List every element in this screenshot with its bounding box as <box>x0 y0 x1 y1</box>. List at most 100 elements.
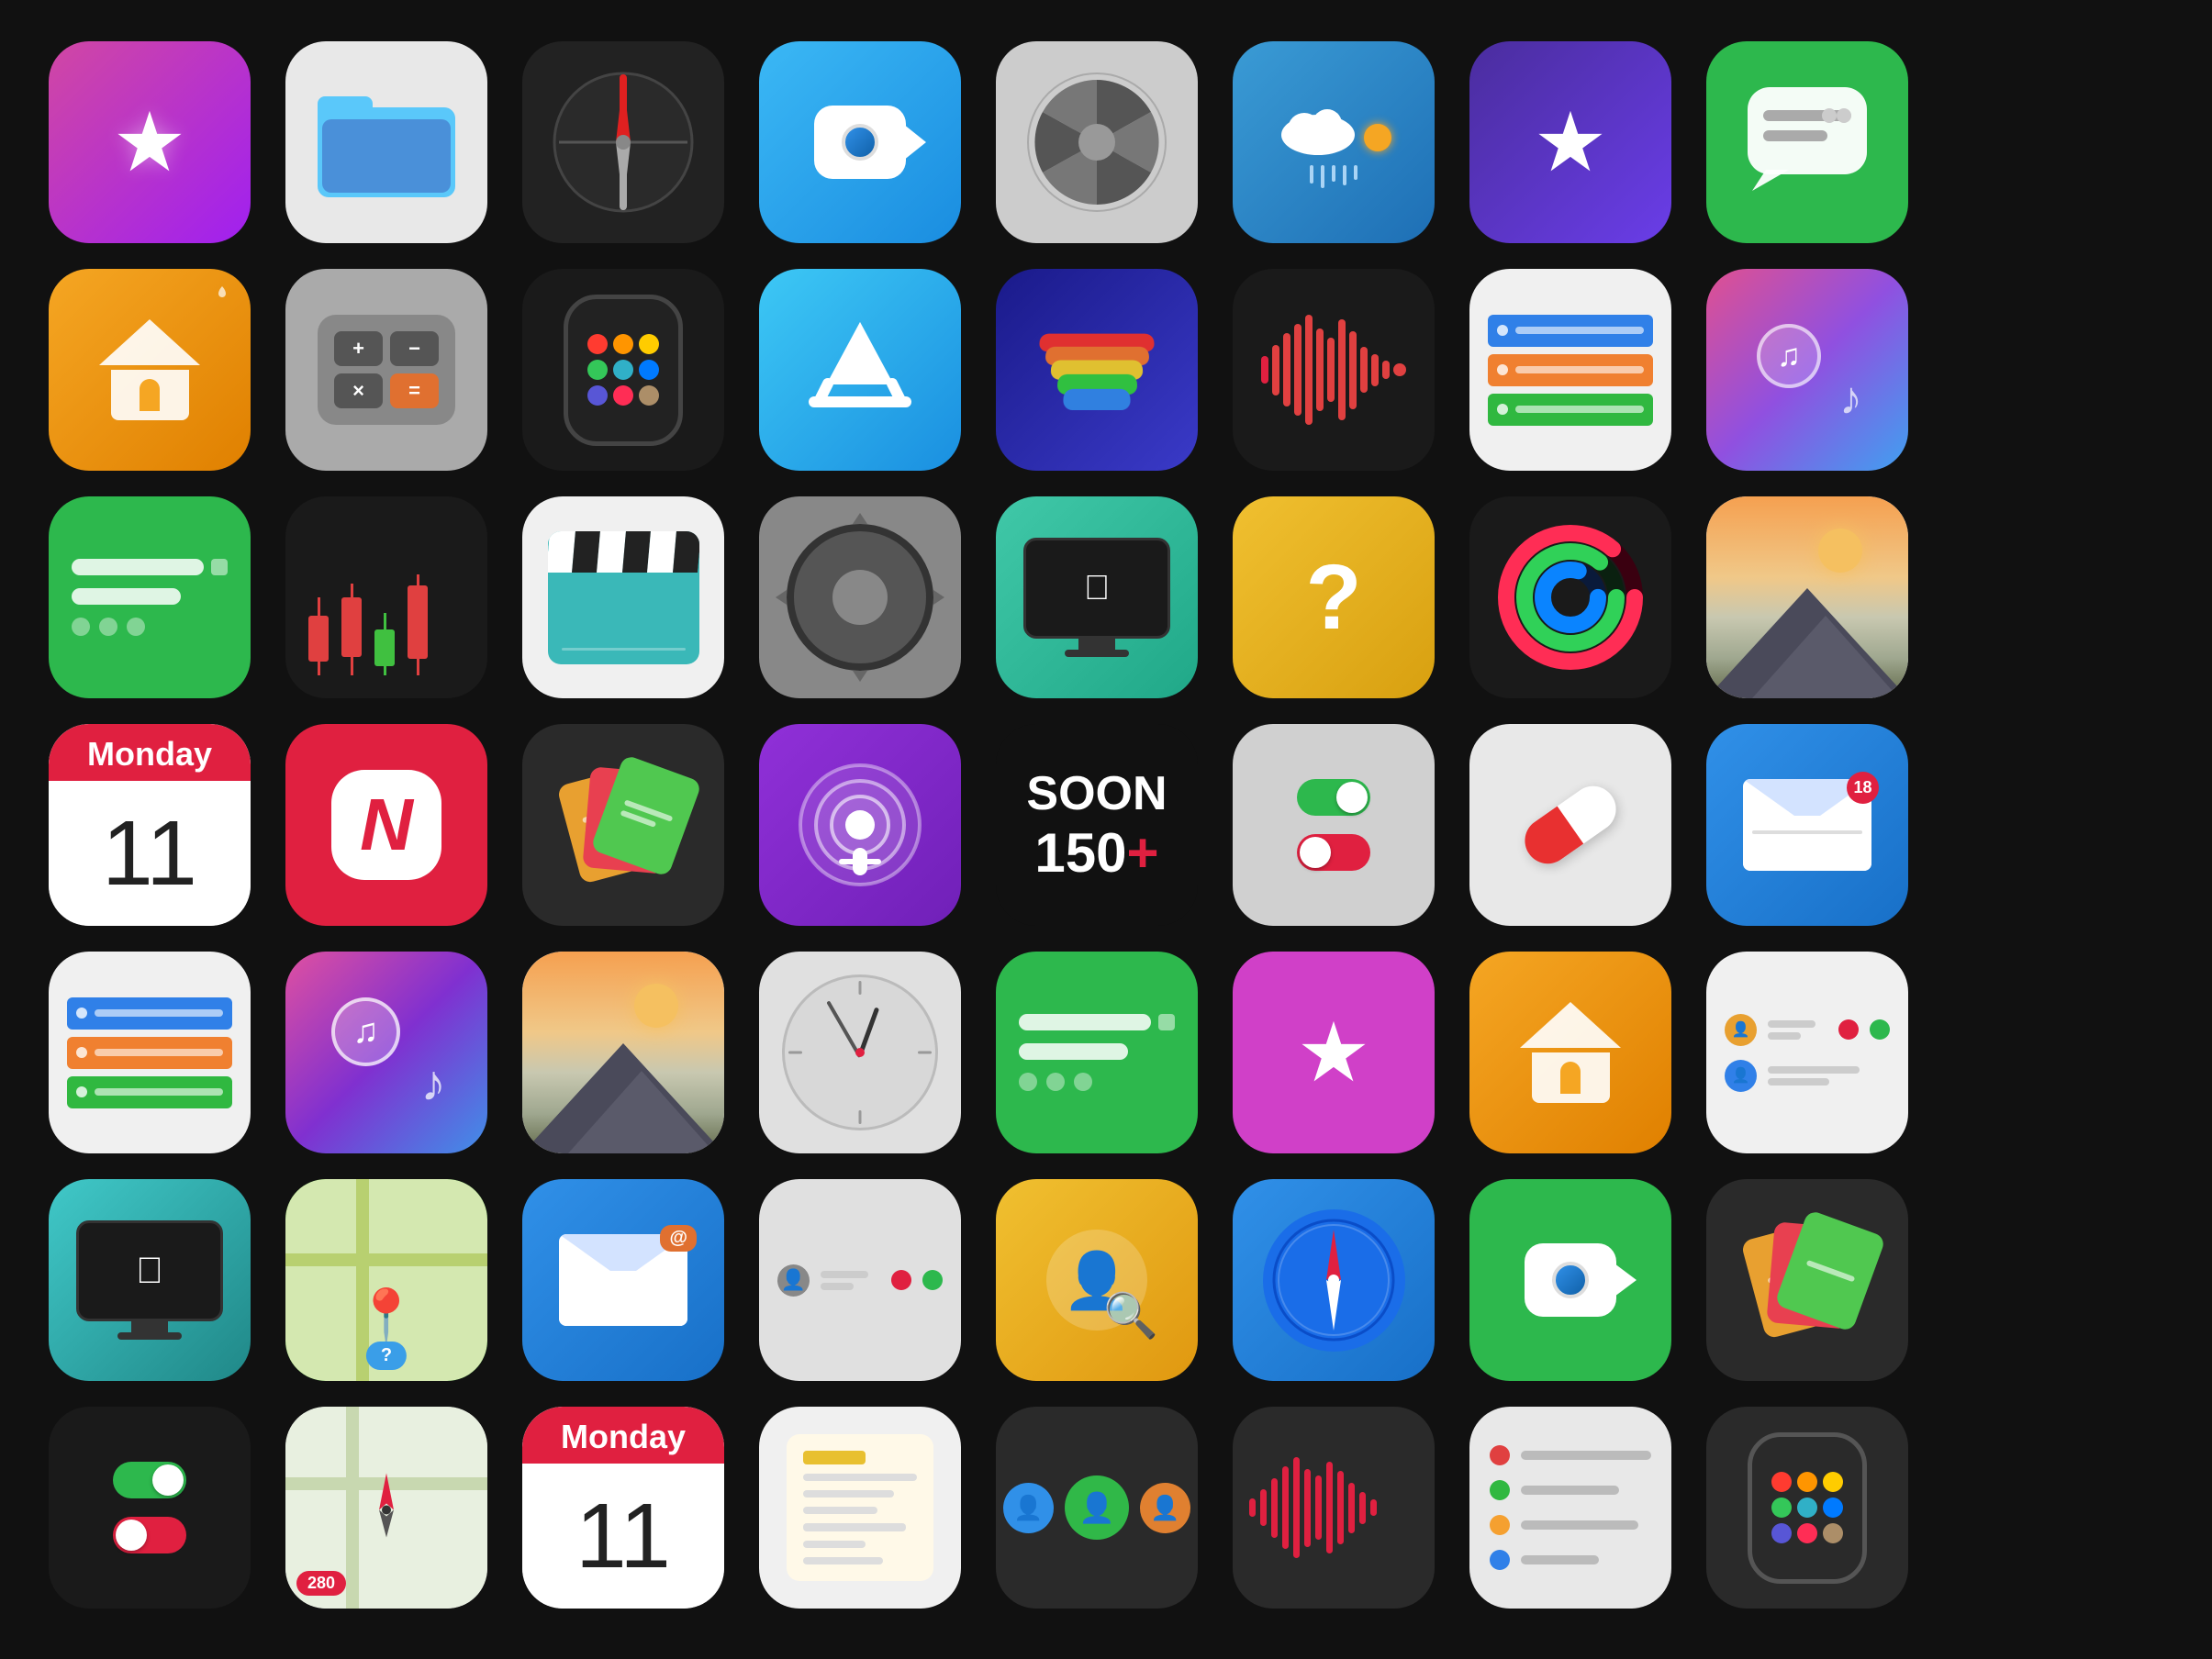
star-icon-2: ★ <box>1297 1005 1371 1101</box>
icon-calculator[interactable]: + − × = <box>285 269 487 471</box>
toggle-row-2 <box>1297 834 1370 871</box>
clock-center-dot <box>855 1048 865 1057</box>
icon-screentime[interactable]:  <box>49 1179 251 1381</box>
icon-safari[interactable] <box>1233 1179 1435 1381</box>
badge-count: 18 <box>1847 772 1879 804</box>
icon-capo2[interactable]: ♫ ♪ <box>285 952 487 1153</box>
camera-lens <box>842 124 878 161</box>
icon-claquette[interactable] <box>522 496 724 698</box>
icon-mail-blue[interactable]: 18 <box>1706 724 1908 926</box>
music-notes-2: ♫ ♪ <box>322 988 451 1117</box>
camera-body <box>814 106 906 179</box>
icon-reminders[interactable] <box>1469 1407 1671 1609</box>
message-bubble-icon <box>1743 83 1871 202</box>
compass-needle <box>1269 1216 1398 1344</box>
icon-dbserver2[interactable] <box>49 952 251 1153</box>
icon-stocks[interactable] <box>285 496 487 698</box>
icon-screenconnect2[interactable] <box>996 952 1198 1153</box>
icon-watch[interactable] <box>522 269 724 471</box>
watch-body <box>564 295 683 446</box>
compass-icon <box>550 69 697 216</box>
calendar2-month: Monday <box>522 1407 724 1464</box>
icon-maps2[interactable]: 280 <box>285 1407 487 1609</box>
icon-layers[interactable] <box>996 269 1198 471</box>
camera-triangle <box>903 124 926 161</box>
help-content: ? <box>1305 545 1361 651</box>
screen-time-display:  <box>76 1220 223 1340</box>
soon-number-value: 150 <box>1034 822 1126 884</box>
camera-triangle-2 <box>1614 1264 1637 1297</box>
icon-facetime2[interactable] <box>1469 1179 1671 1381</box>
icon-contacts[interactable]: 👤 👤 <box>1706 952 1908 1153</box>
icon-toggles-dark[interactable] <box>49 1407 251 1609</box>
icon-pill[interactable] <box>1469 724 1671 926</box>
house-body-2 <box>1532 1052 1610 1103</box>
toggle-dark-row-1 <box>113 1462 186 1498</box>
icon-weather[interactable] <box>1233 41 1435 243</box>
maps-view: 📍 ? <box>285 1179 487 1381</box>
icon-macos[interactable] <box>1706 496 1908 698</box>
clock-face <box>782 974 938 1130</box>
icon-notes[interactable] <box>759 1407 961 1609</box>
clock-tick-12 <box>859 981 862 995</box>
icon-aperture[interactable] <box>996 41 1198 243</box>
knob-on <box>1336 782 1368 813</box>
icon-compass[interactable] <box>522 41 724 243</box>
icon-appstore[interactable] <box>759 269 961 471</box>
icon-podcasts[interactable] <box>759 724 961 926</box>
icon-activity[interactable] <box>1469 496 1671 698</box>
icon-imessage[interactable] <box>1706 41 1908 243</box>
icon-dbserver[interactable] <box>1469 269 1671 471</box>
calendar-body: Monday 11 <box>49 724 251 926</box>
icon-files[interactable] <box>285 41 487 243</box>
toggle-on <box>1297 779 1370 816</box>
tickets-stack-2 <box>1743 1220 1871 1340</box>
icon-calendar[interactable]: Monday 11 <box>49 724 251 926</box>
icon-spotlight[interactable]: 👤 🔍 <box>996 1179 1198 1381</box>
icon-capo[interactable]: ♫ ♪ <box>1706 269 1908 471</box>
mail-orange-container: @ <box>559 1234 687 1326</box>
toggles-group <box>1269 752 1398 898</box>
knob-off <box>1300 837 1331 868</box>
icon-groupfacetime[interactable]: 👤 👤 👤 <box>996 1407 1198 1609</box>
icon-news[interactable]: N <box>285 724 487 926</box>
icon-screenconnect[interactable] <box>49 496 251 698</box>
icon-coupon2[interactable] <box>1706 1179 1908 1381</box>
icon-landscape2[interactable] <box>522 952 724 1153</box>
icon-clock[interactable] <box>759 952 961 1153</box>
watch-body-2 <box>1748 1432 1867 1584</box>
toggle-dark-on <box>113 1462 186 1498</box>
icon-coupon[interactable] <box>522 724 724 926</box>
house-icon <box>99 319 200 420</box>
icon-home[interactable] <box>49 269 251 471</box>
question-mark: ? <box>1305 545 1361 651</box>
toggle-off <box>1297 834 1370 871</box>
icon-toggles[interactable] <box>1233 724 1435 926</box>
facetime2-content <box>1525 1243 1616 1317</box>
house-icon-2 <box>1520 1002 1621 1103</box>
watch-face <box>577 325 669 415</box>
icon-imovie[interactable]: ★ <box>1469 41 1671 243</box>
icon-phone[interactable]: 👤 <box>759 1179 961 1381</box>
icon-itunes2[interactable]: ★ <box>1233 952 1435 1153</box>
clapperboard <box>548 531 699 664</box>
icon-mail-orange[interactable]: @ <box>522 1179 724 1381</box>
icon-help[interactable]: ? <box>1233 496 1435 698</box>
icon-facetime[interactable] <box>759 41 961 243</box>
icon-soundwaves[interactable] <box>1233 269 1435 471</box>
folder-icon <box>318 87 455 197</box>
wheel-center <box>832 570 888 625</box>
icon-resolution[interactable]:  <box>996 496 1198 698</box>
icon-watch2[interactable] <box>1706 1407 1908 1609</box>
soon-number: 150+ <box>1026 821 1167 885</box>
icon-maps[interactable]: 📍 ? <box>285 1179 487 1381</box>
icon-calendar2[interactable]: Monday 11 <box>522 1407 724 1609</box>
icon-soundwaves2[interactable] <box>1233 1407 1435 1609</box>
icon-ipodwheel[interactable] <box>759 496 961 698</box>
house-roof-2 <box>1520 1002 1621 1048</box>
spotlight-content: 👤 🔍 <box>1046 1230 1147 1331</box>
calendar2-day: 11 <box>522 1464 724 1609</box>
icon-itunes[interactable]: ★ <box>49 41 251 243</box>
toggle-dark-off <box>113 1517 186 1553</box>
icon-home2[interactable] <box>1469 952 1671 1153</box>
